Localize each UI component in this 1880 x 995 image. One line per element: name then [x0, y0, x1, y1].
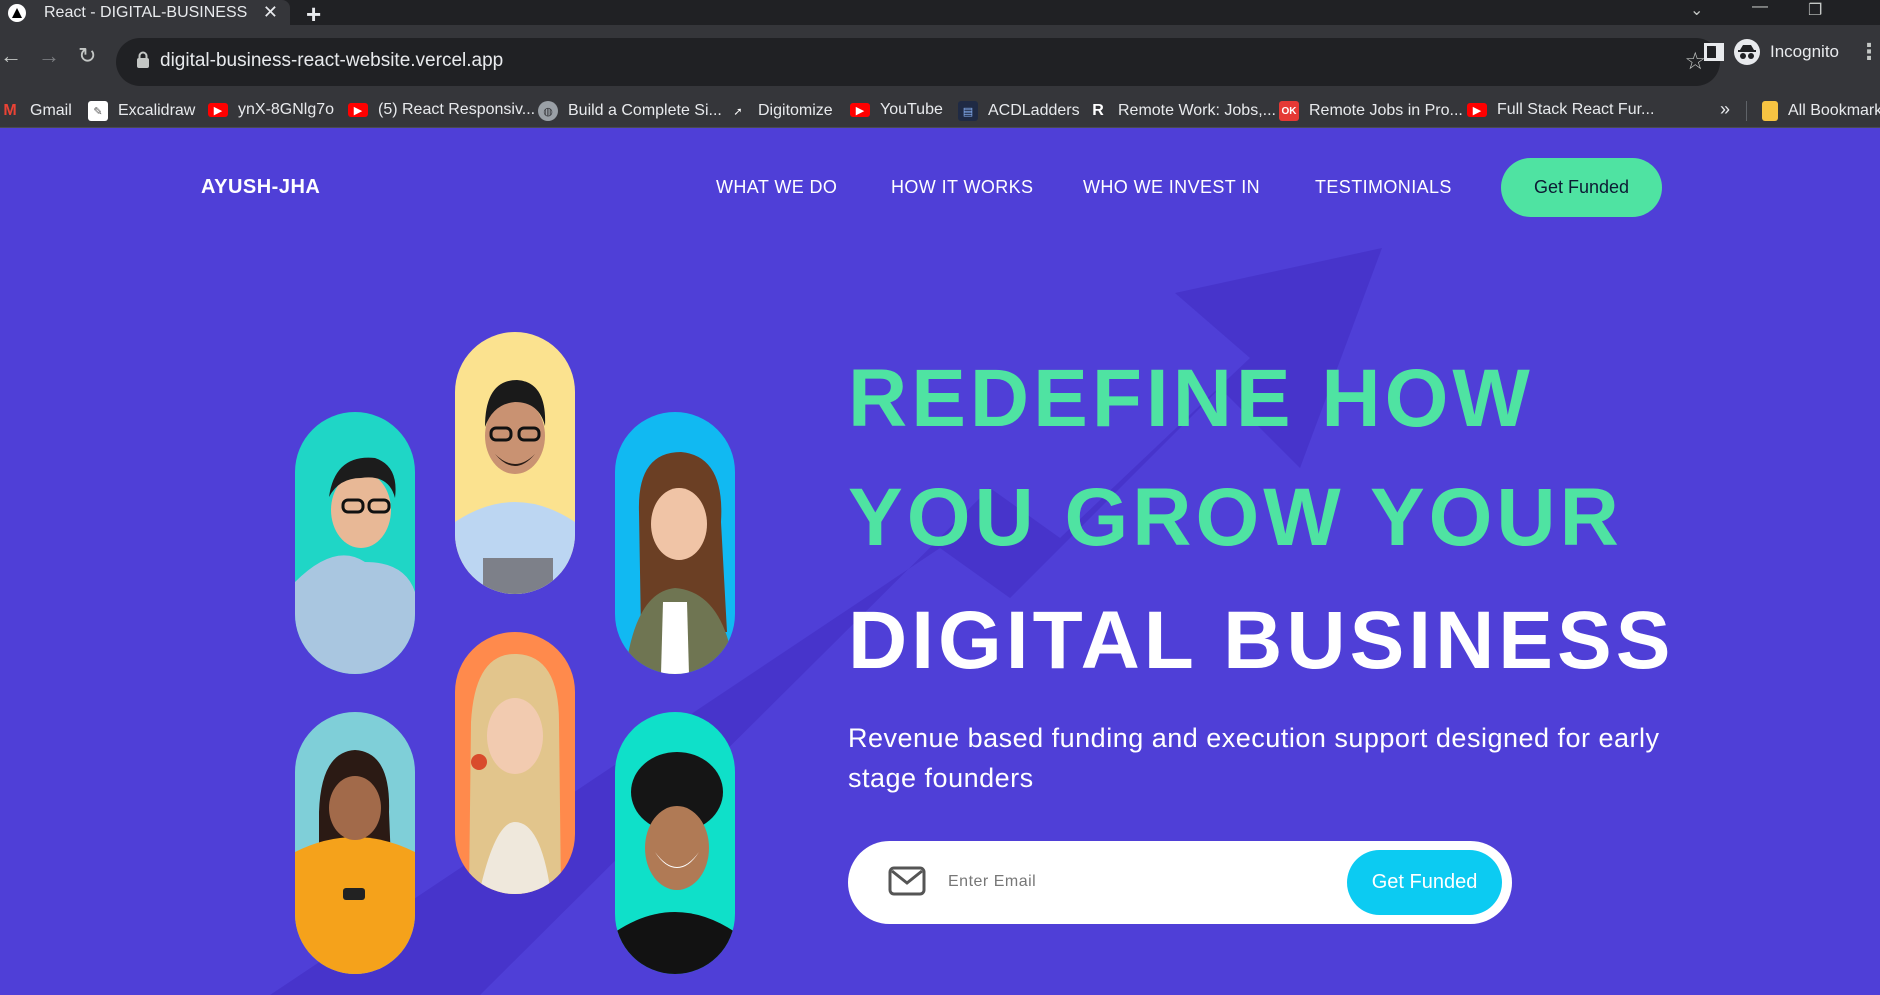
bookmark-build-complete[interactable]: ◍ Build a Complete Si...	[538, 101, 722, 121]
url-text: digital-business-react-website.vercel.ap…	[160, 50, 504, 71]
folder-icon	[1762, 101, 1778, 121]
hero-headline-line-3: DIGITAL BUSINESS	[848, 595, 1675, 686]
bookmark-full-stack[interactable]: ▶ Full Stack React Fur...	[1467, 101, 1654, 119]
browser-menu-icon[interactable]: ⋮	[1858, 39, 1880, 65]
bookmarks-divider	[1746, 101, 1747, 121]
all-bookmarks-label: All Bookmarks	[1788, 102, 1880, 119]
browser-tab[interactable]: React - DIGITAL-BUSINESS ✕	[0, 0, 290, 25]
excalidraw-icon: ✎	[88, 101, 108, 121]
incognito-label: Incognito	[1770, 42, 1839, 61]
founder-portrait-4	[295, 712, 415, 974]
browser-toolbar: ← → ↻ digital-business-react-website.ver…	[0, 25, 1880, 95]
founder-portrait-6	[615, 712, 735, 974]
more-bookmarks-icon[interactable]: »	[1720, 99, 1730, 120]
nav-link-testimonials[interactable]: TESTIMONIALS	[1315, 177, 1452, 198]
bookmark-youtube[interactable]: ▶ YouTube	[850, 101, 943, 119]
site-logo[interactable]: AYUSH-JHA	[201, 176, 320, 199]
incognito-icon	[1734, 39, 1760, 65]
bookmark-react-responsive[interactable]: ▶ (5) React Responsiv...	[348, 101, 535, 119]
bookmark-label: Gmail	[30, 102, 72, 119]
back-icon[interactable]: ←	[0, 43, 22, 69]
ok-icon: OK	[1279, 101, 1299, 121]
bookmarks-bar: M Gmail ✎ Excalidraw ▶ ynX-8GNlg7o ▶ (5)…	[0, 95, 1880, 128]
landing-page: AYUSH-JHA WHAT WE DO HOW IT WORKS WHO WE…	[0, 128, 1880, 995]
bookmark-label: Full Stack React Fur...	[1497, 101, 1655, 118]
youtube-icon: ▶	[850, 103, 870, 117]
lock-icon	[136, 51, 150, 74]
email-input[interactable]	[948, 863, 1248, 901]
bookmark-label: Excalidraw	[118, 102, 196, 119]
remote-r-icon: R	[1092, 102, 1104, 119]
nav-link-what-we-do[interactable]: WHAT WE DO	[716, 177, 837, 198]
react-favicon-icon	[8, 3, 26, 22]
minimize-icon[interactable]: —	[1752, 0, 1768, 16]
founder-portrait-3	[615, 412, 735, 674]
founder-portrait-5	[455, 632, 575, 894]
email-signup-form: Get Funded	[848, 841, 1512, 924]
founder-portrait-2	[455, 332, 575, 594]
restore-icon[interactable]: ❐	[1808, 0, 1822, 20]
youtube-icon: ▶	[208, 103, 228, 117]
founder-portrait-1	[295, 412, 415, 674]
globe-icon: ◍	[538, 101, 558, 121]
bookmark-label: (5) React Responsiv...	[378, 101, 536, 118]
bookmark-gmail[interactable]: M Gmail	[0, 101, 72, 121]
bookmark-label: Build a Complete Si...	[568, 102, 722, 119]
bookmark-ynx[interactable]: ▶ ynX-8GNlg7o	[208, 101, 334, 119]
nav-link-who-we-invest-in[interactable]: WHO WE INVEST IN	[1083, 177, 1260, 198]
incognito-badge[interactable]: Incognito	[1734, 36, 1864, 68]
bookmark-remote-work[interactable]: R Remote Work: Jobs,...	[1088, 101, 1276, 121]
bookmark-label: Remote Jobs in Pro...	[1309, 102, 1463, 119]
hero-headline-line-1: REDEFINE HOW	[848, 353, 1534, 444]
digitomize-icon: ➚	[733, 105, 743, 118]
nav-get-funded-button[interactable]: Get Funded	[1501, 158, 1662, 217]
form-get-funded-button[interactable]: Get Funded	[1347, 850, 1502, 915]
reload-icon[interactable]: ↻	[78, 43, 96, 69]
nav-link-how-it-works[interactable]: HOW IT WORKS	[891, 177, 1033, 198]
bookmark-label: Digitomize	[758, 102, 833, 119]
bookmark-label: ACDLadders	[988, 102, 1080, 119]
tab-close-icon[interactable]: ✕	[263, 2, 278, 23]
all-bookmarks[interactable]: All Bookmarks	[1762, 101, 1880, 121]
hero-subtitle: Revenue based funding and execution supp…	[848, 723, 1660, 793]
bookmark-remote-jobs[interactable]: OK Remote Jobs in Pro...	[1279, 101, 1463, 121]
bookmark-star-icon[interactable]: ☆	[1684, 47, 1706, 76]
bookmark-acdladders[interactable]: ▤ ACDLadders	[958, 101, 1080, 121]
youtube-icon: ▶	[1467, 103, 1487, 117]
site-navbar: AYUSH-JHA WHAT WE DO HOW IT WORKS WHO WE…	[0, 128, 1880, 248]
hero-headline-line-2: YOU GROW YOUR	[848, 472, 1623, 563]
bookmark-label: YouTube	[880, 101, 943, 118]
tab-title: React - DIGITAL-BUSINESS	[44, 3, 248, 21]
gmail-icon: M	[3, 102, 17, 119]
acdladders-icon: ▤	[958, 101, 978, 121]
youtube-icon: ▶	[348, 103, 368, 117]
bookmark-label: ynX-8GNlg7o	[238, 101, 335, 118]
side-panel-icon[interactable]	[1704, 43, 1724, 61]
forward-icon[interactable]: →	[38, 43, 60, 69]
browser-tab-strip: React - DIGITAL-BUSINESS ✕ + ⌄ — ❐	[0, 0, 1880, 29]
tab-search-icon[interactable]: ⌄	[1690, 0, 1703, 20]
bookmark-label: Remote Work: Jobs,...	[1118, 102, 1276, 119]
bookmark-excalidraw[interactable]: ✎ Excalidraw	[88, 101, 195, 121]
mail-icon	[888, 865, 926, 902]
address-bar[interactable]: digital-business-react-website.vercel.ap…	[116, 38, 1720, 86]
bookmark-digitomize[interactable]: ➚ Digitomize	[728, 101, 833, 121]
